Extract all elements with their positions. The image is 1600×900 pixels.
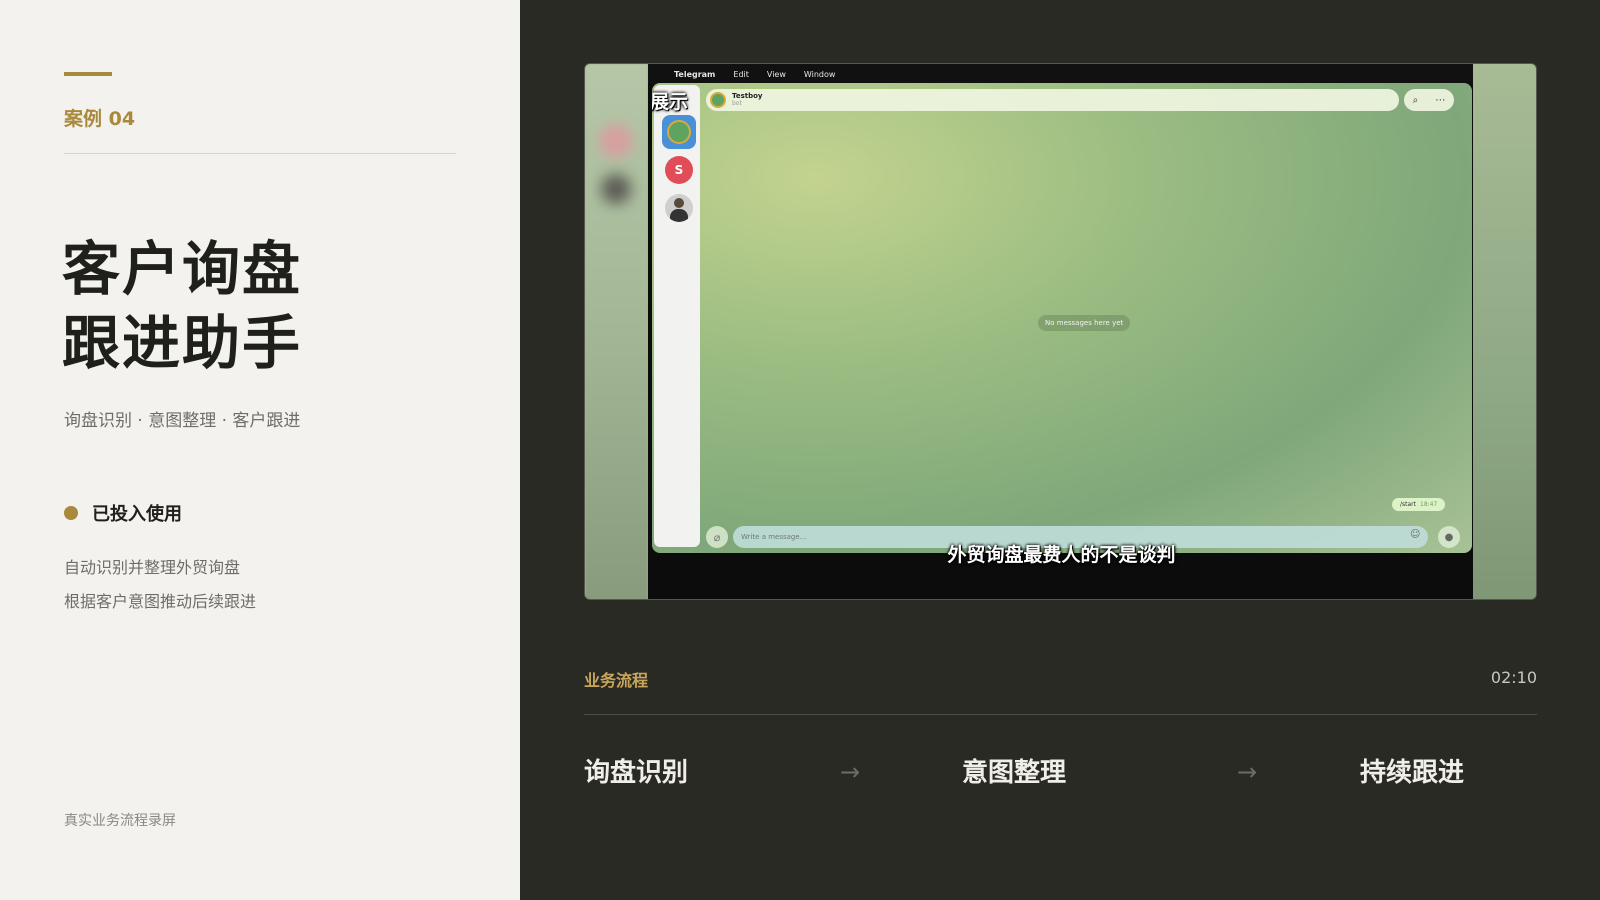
message-time: 18:47 [1420,501,1438,508]
page-title: 客户询盘 跟进助手 [62,232,302,380]
case-number: 案例 04 [64,108,136,130]
blur-blob [599,124,633,158]
left-panel: 案例 04 客户询盘 跟进助手 询盘识别 · 意图整理 · 客户跟进 已投入使用… [0,0,520,900]
arrow-right-icon: → [1237,758,1258,786]
flow-label: 业务流程 [584,671,649,690]
description-line-1: 自动识别并整理外贸询盘 [64,558,241,577]
recorded-screen: Telegram Edit View Window S Testboy bot [648,64,1473,599]
avatar-head [674,198,684,208]
video-caption: 外贸询盘最费人的不是谈判 [947,544,1176,566]
chat-name: Testboy [732,92,763,100]
flow-step-3: 持续跟进 [1360,758,1465,788]
search-icon: ⌕ [1412,94,1419,106]
title-line-1: 客户询盘 [62,235,303,303]
description-line-2: 根据客户意图推动后续跟进 [64,592,257,611]
header-text: Testboy bot [732,92,763,108]
mac-menubar: Telegram Edit View Window [648,64,1473,84]
header-avatar [710,92,726,108]
more-icon: ⋯ [1435,94,1446,106]
flow-divider [584,714,1537,715]
menubar-item-edit: Edit [733,69,749,79]
emoji-icon: ☺ [1410,529,1421,540]
blur-blob [601,174,631,204]
menubar-item-window: Window [803,69,836,79]
status-dot-icon [64,506,78,520]
video-duration: 02:10 [1490,668,1537,687]
chat-avatar-bot [662,115,696,149]
status-row: 已投入使用 [64,500,182,526]
blurred-edge-right [1472,64,1536,599]
status-label: 已投入使用 [92,504,182,525]
arrow-right-icon: → [840,758,861,786]
case-overlay-label: 案例展示 [652,91,689,113]
chat-actions: ⌕ ⋯ [1404,89,1454,111]
chat-avatar-s: S [665,156,693,184]
chat-subtitle: bot [732,100,742,107]
flow-step-2: 意图整理 [962,758,1067,788]
outgoing-message: /start 18:47 [1392,498,1446,511]
menubar-item-view: View [766,69,786,79]
footnote: 真实业务流程录屏 [64,813,176,829]
blurred-edge-left [585,64,648,599]
menubar-app: Telegram [674,69,716,79]
divider [64,153,456,154]
description: 自动识别并整理外贸询盘 根据客户意图推动后续跟进 [64,551,256,619]
chat-sidebar: S [654,85,700,547]
demo-video[interactable]: Telegram Edit View Window S Testboy bot [584,63,1537,600]
frog-icon [667,120,691,144]
page-subtitle: 询盘识别 · 意图整理 · 客户跟进 [64,411,301,431]
title-line-2: 跟进助手 [62,309,303,377]
flow-step-1: 询盘识别 [584,758,689,788]
avatar-body [670,209,688,222]
chat-header: Testboy bot [706,89,1399,111]
chat-avatar-person [665,194,693,222]
message-text: /start [1400,501,1416,508]
empty-chat-notice: No messages here yet [1038,315,1131,331]
accent-line [64,72,112,76]
telegram-window: S Testboy bot ⌕ ⋯ No messages here yet /… [652,83,1472,553]
